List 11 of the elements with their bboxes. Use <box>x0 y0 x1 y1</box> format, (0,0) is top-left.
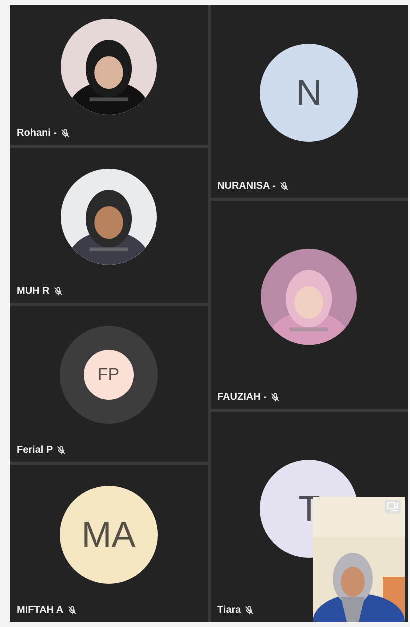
switch-camera-icon[interactable] <box>385 500 401 514</box>
participant-name: MIFTAH A <box>17 605 64 616</box>
avatar-initials: N <box>260 44 358 142</box>
participant-name: Ferial P <box>17 444 54 456</box>
participant-name: MUH R <box>17 286 50 297</box>
participant-name: NURANISA - <box>218 181 276 192</box>
participant-name: Rohani - <box>17 128 57 140</box>
avatar-initials: MA <box>60 486 158 584</box>
avatar-initials: FP <box>84 350 134 400</box>
participant-name: FAUZIAH - <box>218 392 267 403</box>
participant-name: Tiara <box>218 605 242 616</box>
